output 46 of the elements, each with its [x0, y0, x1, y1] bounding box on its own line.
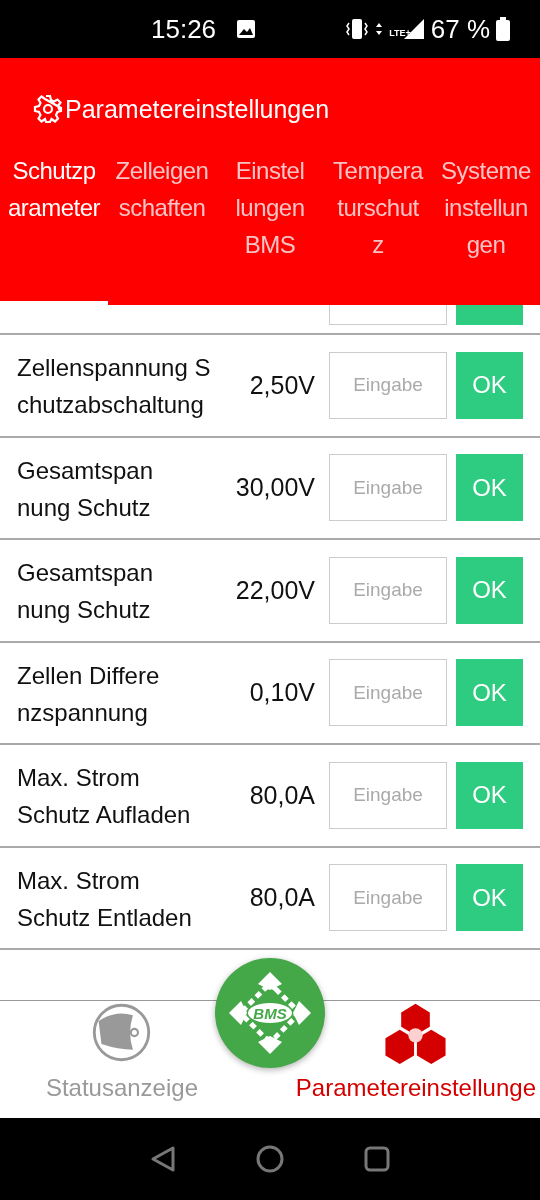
- ok-button[interactable]: OK: [456, 351, 523, 419]
- parameter-label: Max. Strom Schutz Aufladen: [17, 763, 191, 830]
- tab[interactable]: Einstel lungen BMS: [216, 152, 324, 263]
- parameter-value: 30,00V: [235, 473, 315, 503]
- nav-item[interactable]: Statusanzeige: [45, 1074, 198, 1102]
- ok-button[interactable]: OK: [456, 761, 523, 829]
- clock: 15:26: [151, 13, 217, 45]
- image-icon: [236, 19, 257, 39]
- tab[interactable]: Systeme instellun gen: [432, 152, 540, 263]
- input-field[interactable]: Eingabe: [329, 659, 447, 727]
- tab[interactable]: Zelleigen schaften: [108, 152, 216, 263]
- input-field[interactable]: Eingabe: [329, 864, 447, 932]
- parameter-label: Gesamtspan nung Schutz: [17, 455, 154, 523]
- ok-button[interactable]: OK: [456, 659, 523, 727]
- parameter-value: 80,0A: [249, 883, 315, 913]
- battery-percent: 67 %: [430, 13, 490, 45]
- recents-icon[interactable]: [364, 1146, 390, 1172]
- network-type: LTE+: [389, 27, 411, 38]
- settings-icon: [33, 94, 63, 124]
- tab[interactable]: Schutzp arameter: [0, 152, 108, 263]
- input-field[interactable]: [329, 305, 447, 325]
- tab[interactable]: Tempera turschut z: [324, 152, 432, 263]
- parameter-value: 22,00V: [235, 575, 315, 605]
- ok-button[interactable]: OK: [456, 556, 523, 624]
- parameter-value: 2,50V: [249, 370, 315, 400]
- cubes-icon[interactable]: [384, 1001, 448, 1064]
- input-field[interactable]: Eingabe: [329, 761, 447, 829]
- vibrate-icon: [345, 18, 370, 40]
- nav-item[interactable]: Parametereinstellunge: [295, 1074, 536, 1102]
- parameter-label: Zellen Differe nzspannung: [17, 660, 160, 728]
- parameter-value: 80,0A: [249, 780, 315, 810]
- ok-button[interactable]: OK: [456, 454, 523, 522]
- bms-button[interactable]: BMS: [215, 958, 325, 1068]
- back-icon[interactable]: [150, 1145, 176, 1173]
- home-icon[interactable]: [256, 1145, 284, 1173]
- ok-button[interactable]: OK: [456, 864, 523, 932]
- battery-icon: [496, 17, 510, 41]
- parameter-label: Max. Strom Schutz Entladen: [17, 865, 192, 933]
- parameter-label: Gesamtspan nung Schutz: [17, 558, 154, 625]
- parameter-label: Zellenspannung S chutzabschaltung: [17, 353, 211, 420]
- input-field[interactable]: Eingabe: [329, 351, 447, 419]
- data-arrows-icon: [375, 22, 384, 36]
- input-field[interactable]: Eingabe: [329, 454, 447, 522]
- screen-title: Parametereinstellungen: [65, 94, 330, 124]
- input-field[interactable]: Eingabe: [329, 556, 447, 624]
- parameter-value: 0,10V: [249, 678, 315, 708]
